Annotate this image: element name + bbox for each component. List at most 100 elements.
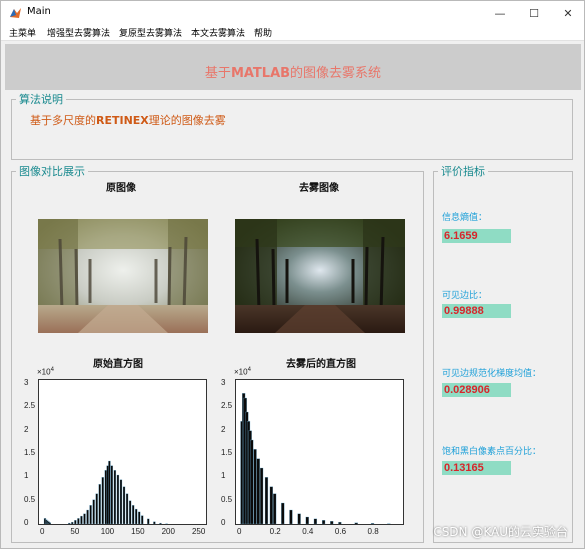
hist1-exponent-label: ×104 <box>37 367 54 377</box>
hist1-bar <box>135 508 138 524</box>
hist1-bar <box>71 521 74 524</box>
hist2-bar <box>281 502 285 524</box>
minimize-button[interactable]: — <box>483 1 517 25</box>
hist1-bar <box>147 518 150 524</box>
window-title: Main <box>27 6 51 17</box>
hist2-bar <box>297 513 301 524</box>
hist1-bar <box>110 465 114 524</box>
dehazed-histogram-plot <box>240 393 391 524</box>
menu-restore-dehaze[interactable]: 复原型去雾算法 <box>119 26 182 39</box>
hist2-ytick: 3 <box>221 378 226 387</box>
original-image-caption: 原图像 <box>106 183 136 194</box>
hist1-bar <box>89 505 92 524</box>
hist2-xtick: 0.4 <box>302 527 314 536</box>
hist1-ytick: 3 <box>24 378 29 387</box>
hist1-bar <box>68 522 71 524</box>
hist2-bar <box>250 439 254 524</box>
hist1-bar <box>83 513 86 524</box>
hist2-bar <box>370 523 375 524</box>
watermark: CSDN @KAU的云实验台 <box>433 525 568 539</box>
hist1-bar <box>119 479 123 524</box>
hist1-bar <box>131 505 135 524</box>
menu-bar: 主菜单 增强型去雾算法 复原型去雾算法 本文去雾算法 帮助 <box>1 25 584 41</box>
metrics-panel: 评价指标 信息熵值： 6.1659 可见边比： 0.99888 可见边规范化梯度… <box>433 163 573 543</box>
hist2-bar <box>289 509 293 524</box>
dehazed-image <box>235 219 405 333</box>
hist1-bar <box>122 486 126 524</box>
entropy-label: 信息熵值： <box>442 213 488 223</box>
hist1-bar <box>80 515 83 524</box>
hist1-ytick: 2.5 <box>24 401 36 411</box>
original-histogram-caption: 原始直方图 <box>93 359 143 370</box>
hist1-bar <box>153 521 156 524</box>
hist1-bar <box>74 520 77 524</box>
menu-main[interactable]: 主菜单 <box>9 26 36 39</box>
hist2-ytick: 2.5 <box>221 401 233 411</box>
hist1-bar <box>86 509 89 524</box>
original-image <box>38 219 208 333</box>
hist1-bar <box>138 511 141 524</box>
comparison-panel-label: 图像对比展示 <box>16 163 88 179</box>
hist1-bar <box>98 484 101 524</box>
close-button[interactable]: ✕ <box>551 1 584 25</box>
hist1-bar <box>101 477 104 524</box>
main-window: Main — ☐ ✕ 主菜单 增强型去雾算法 复原型去雾算法 本文去雾算法 帮助… <box>0 0 585 549</box>
hist2-bar <box>305 516 309 524</box>
hist1-ytick: 2 <box>24 424 29 434</box>
entropy-value: 6.1659 <box>442 229 511 243</box>
hist2-ytick: 2 <box>221 424 226 434</box>
hist1-bar <box>128 500 132 524</box>
hist2-xtick: 0 <box>237 527 242 536</box>
hist1-bar <box>92 499 95 524</box>
dehazed-histogram-axes <box>235 379 404 525</box>
hist1-bar <box>48 522 52 524</box>
hist1-xtick: 200 <box>161 527 175 536</box>
hist2-ytick: 0.5 <box>221 494 233 504</box>
menu-help[interactable]: 帮助 <box>254 26 272 39</box>
hist2-xtick: 0.6 <box>334 527 347 536</box>
hist2-ytick: 0 <box>221 518 226 527</box>
hist1-ytick: 0.5 <box>24 494 36 504</box>
title-bar: Main — ☐ ✕ <box>1 1 584 25</box>
dehazed-histogram-caption: 去雾后的直方图 <box>286 359 356 370</box>
hist1-bar <box>113 470 117 524</box>
hist1-ytick: 0 <box>24 518 29 527</box>
saturated-pixels-label: 饱和黑白像素点百分比： <box>442 447 542 457</box>
close-icon: ✕ <box>563 6 573 20</box>
hist1-bar <box>141 515 144 524</box>
hist1-bar <box>116 474 120 524</box>
hist1-bar <box>125 493 129 524</box>
page-title: 基于MATLAB的图像去雾系统 <box>204 66 382 81</box>
menu-proposed-dehaze[interactable]: 本文去雾算法 <box>191 26 245 39</box>
hist1-xtick: 100 <box>100 527 115 536</box>
hist1-bar <box>77 518 80 524</box>
hist2-bar <box>313 518 318 524</box>
visible-edge-ratio-value: 0.99888 <box>442 304 511 318</box>
hist2-bar <box>338 521 342 524</box>
hist2-bar <box>259 467 264 524</box>
hist2-ytick: 1 <box>221 471 226 481</box>
menu-enhance-dehaze[interactable]: 增强型去雾算法 <box>47 26 110 39</box>
hist2-bar <box>330 521 334 524</box>
maximize-button[interactable]: ☐ <box>517 1 551 25</box>
hist2-xtick: 0.2 <box>269 527 281 536</box>
hist2-ytick: 1.5 <box>221 448 233 457</box>
matlab-app-icon <box>10 8 21 18</box>
hist2-xtick: 0.8 <box>367 527 379 536</box>
hist1-ytick: 1 <box>24 471 29 481</box>
hist2-bar <box>354 522 358 524</box>
dehazed-image-caption: 去雾图像 <box>299 183 339 194</box>
hist1-bar <box>159 522 162 524</box>
saturated-pixels-value: 0.13165 <box>442 461 511 475</box>
hist2-bar <box>253 449 257 524</box>
hist2-bar <box>264 477 269 524</box>
hist1-bar <box>95 493 98 524</box>
algorithm-panel: 算法说明 基于多尺度的RETINEX理论的图像去雾 <box>11 91 573 160</box>
original-histogram-axes <box>38 379 207 525</box>
hist1-ytick: 1.5 <box>24 448 36 457</box>
hist1-xtick: 250 <box>191 527 206 536</box>
hist1-bar <box>108 460 111 524</box>
hist2-exponent-label: ×104 <box>234 367 251 377</box>
algorithm-description: 基于多尺度的RETINEX理论的图像去雾 <box>30 114 226 127</box>
original-histogram-plot <box>43 460 168 524</box>
